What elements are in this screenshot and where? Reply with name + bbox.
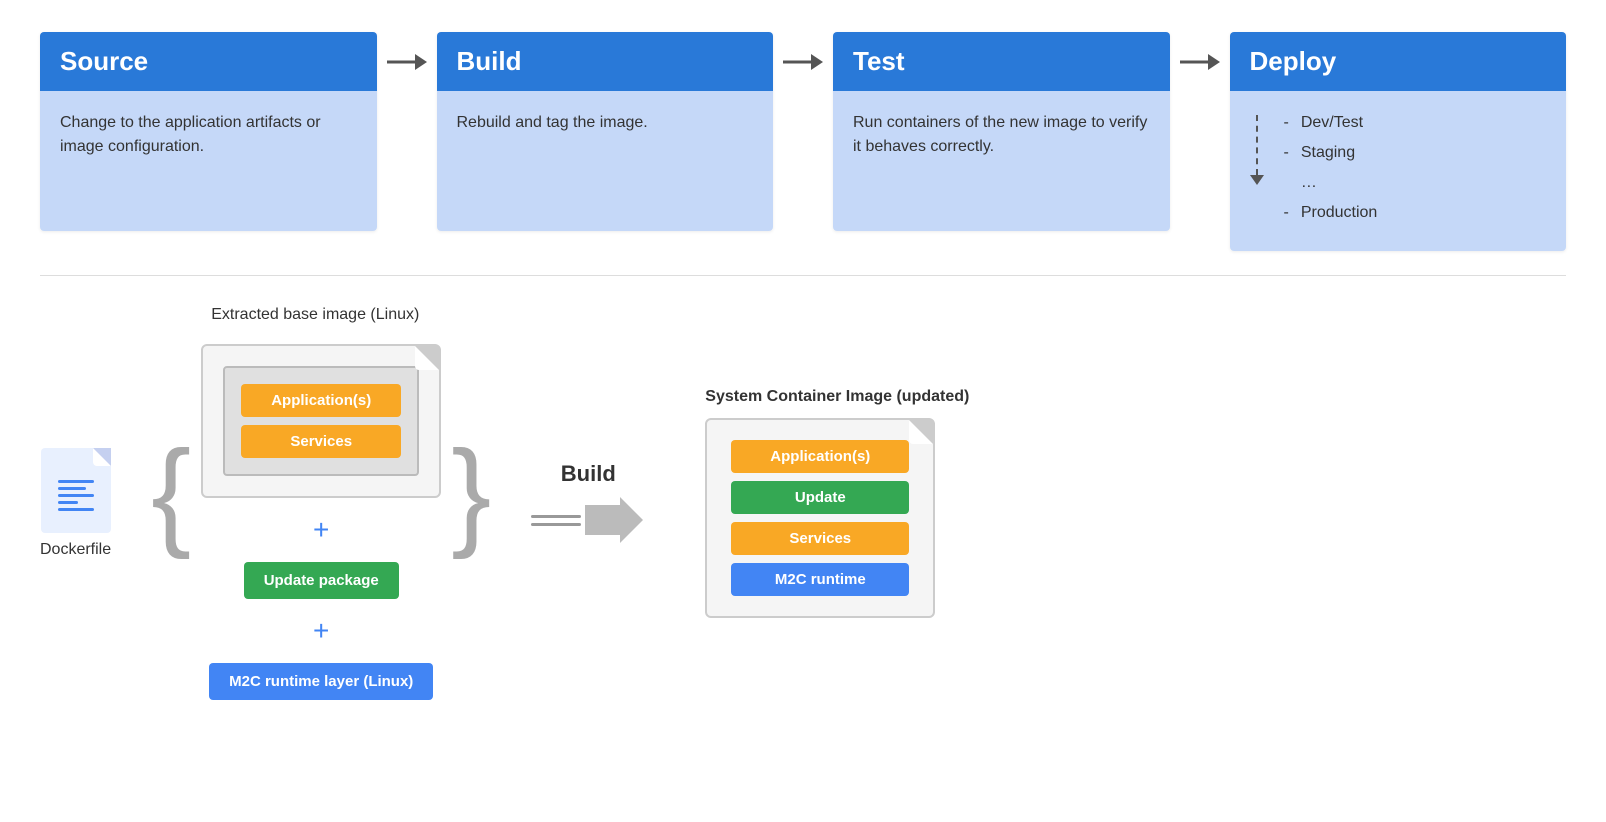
extracted-section: Extracted base image (Linux) Application…: [201, 306, 441, 700]
list-item: -Staging: [1284, 141, 1378, 165]
services-badge: Services: [241, 425, 401, 458]
dockerfile-container: Dockerfile: [40, 448, 111, 559]
right-bracket: }: [451, 433, 491, 573]
right-arrow-icon: [387, 52, 427, 72]
plus-sign-2: +: [313, 615, 329, 647]
deploy-body: -Dev/Test -Staging -… -Production: [1230, 91, 1567, 251]
sys-m2c-badge: M2C runtime: [731, 563, 909, 596]
double-lines: [531, 515, 581, 526]
list-item: -Production: [1284, 201, 1378, 225]
applications-badge: Application(s): [241, 384, 401, 417]
source-body: Change to the application artifacts or i…: [40, 91, 377, 231]
update-package-badge: Update package: [244, 562, 399, 599]
arrow-build-test: [773, 52, 833, 72]
list-item: -…: [1284, 171, 1378, 195]
h-line-top: [531, 515, 581, 518]
deploy-title: Deploy: [1250, 46, 1337, 76]
fat-arrow-icon: [585, 495, 645, 545]
arrow-head-icon: [1250, 175, 1264, 185]
pipeline-section: Source Change to the application artifac…: [0, 0, 1606, 275]
fat-arrow-container: [585, 495, 645, 545]
build-arrow-section: Build: [531, 461, 645, 545]
file-line: [58, 480, 94, 483]
build-header: Build: [437, 32, 774, 91]
build-text: Rebuild and tag the image.: [457, 114, 648, 131]
deploy-item-staging: Staging: [1301, 141, 1355, 165]
deploy-item-devtest: Dev/Test: [1301, 111, 1363, 135]
file-line: [58, 508, 94, 511]
sys-update-badge: Update: [731, 481, 909, 514]
system-label: System Container Image (updated): [705, 388, 969, 406]
build-title: Build: [457, 46, 522, 76]
right-arrow-icon-3: [1180, 52, 1220, 72]
test-header: Test: [833, 32, 1170, 91]
left-bracket: {: [151, 433, 191, 573]
dockerfile-label: Dockerfile: [40, 541, 111, 559]
system-doc-box: Application(s) Update Services M2C runti…: [705, 418, 935, 618]
build-arrow-visual: [531, 495, 645, 545]
file-line: [58, 501, 78, 504]
file-line: [58, 494, 94, 497]
deploy-item-production: Production: [1301, 201, 1378, 225]
file-line: [58, 487, 86, 490]
arrow-test-deploy: [1170, 52, 1230, 72]
deploy-list: -Dev/Test -Staging -… -Production: [1284, 111, 1378, 231]
build-step: Build Rebuild and tag the image.: [437, 32, 774, 231]
extracted-label: Extracted base image (Linux): [211, 306, 419, 324]
right-arrow-icon-2: [783, 52, 823, 72]
build-body: Rebuild and tag the image.: [437, 91, 774, 231]
arrow-source-build: [377, 52, 437, 72]
list-item: -Dev/Test: [1284, 111, 1378, 135]
inner-doc-box: Application(s) Services: [223, 366, 419, 476]
deploy-header: Deploy: [1230, 32, 1567, 91]
build-label: Build: [561, 461, 616, 487]
m2c-badge: M2C runtime layer (Linux): [209, 663, 433, 700]
h-line-bottom: [531, 523, 581, 526]
deploy-step: Deploy -Dev/Test -Staging -… -Production: [1230, 32, 1567, 251]
file-lines: [50, 472, 102, 519]
plus-sign-1: +: [313, 514, 329, 546]
base-image-doc: Application(s) Services: [201, 344, 441, 498]
source-step: Source Change to the application artifac…: [40, 32, 377, 231]
bottom-section: Dockerfile { Extracted base image (Linux…: [0, 276, 1606, 730]
dashed-line: [1256, 115, 1258, 175]
sys-services-badge: Services: [731, 522, 909, 555]
test-text: Run containers of the new image to verif…: [853, 114, 1147, 155]
source-header: Source: [40, 32, 377, 91]
source-title: Source: [60, 46, 148, 76]
test-body: Run containers of the new image to verif…: [833, 91, 1170, 231]
deploy-dots: …: [1301, 171, 1317, 195]
test-title: Test: [853, 46, 905, 76]
sys-applications-badge: Application(s): [731, 440, 909, 473]
test-step: Test Run containers of the new image to …: [833, 32, 1170, 231]
dockerfile-icon: [41, 448, 111, 533]
deploy-arrow: [1250, 115, 1264, 227]
source-text: Change to the application artifacts or i…: [60, 114, 321, 155]
system-container-section: System Container Image (updated) Applica…: [705, 388, 969, 618]
